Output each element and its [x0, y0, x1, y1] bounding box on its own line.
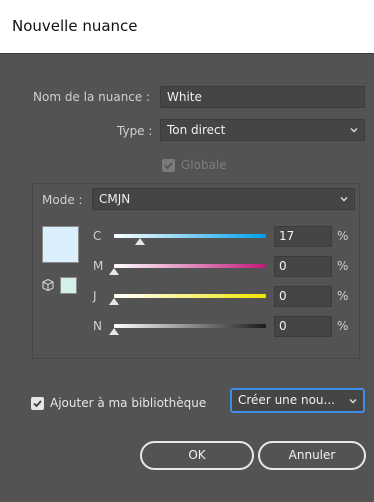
- out-of-gamut-cube-icon[interactable]: [41, 278, 55, 292]
- magenta-slider-track[interactable]: [114, 264, 266, 268]
- swatch-name-input[interactable]: White: [160, 86, 365, 108]
- yellow-slider-thumb[interactable]: [109, 298, 119, 305]
- checkmark-icon: [164, 162, 173, 170]
- type-label: Type :: [117, 124, 153, 138]
- color-preview-swatch: [42, 226, 79, 263]
- black-slider-track[interactable]: [114, 324, 266, 328]
- black-slider-thumb[interactable]: [109, 328, 119, 335]
- magenta-percent-unit: %: [337, 259, 349, 273]
- cyan-percent-unit: %: [337, 229, 349, 243]
- in-gamut-swatch[interactable]: [60, 277, 77, 294]
- global-label: Globale: [181, 158, 227, 172]
- cyan-label: C: [93, 229, 102, 243]
- mode-dropdown[interactable]: CMJN: [92, 188, 355, 210]
- cyan-value-input[interactable]: 17: [274, 226, 332, 247]
- black-label: N: [93, 319, 102, 333]
- yellow-percent-unit: %: [337, 289, 349, 303]
- magenta-value-input[interactable]: 0: [274, 256, 332, 277]
- chevron-down-icon: [349, 399, 357, 404]
- magenta-slider-thumb[interactable]: [109, 268, 119, 275]
- chevron-down-icon: [350, 128, 358, 133]
- add-to-library-checkbox[interactable]: [31, 397, 44, 410]
- yellow-slider-track[interactable]: [114, 294, 266, 298]
- add-to-library-label: Ajouter à ma bibliothèque: [50, 396, 207, 410]
- cancel-button[interactable]: Annuler: [258, 441, 366, 470]
- cyan-slider-thumb[interactable]: [134, 238, 145, 245]
- type-dropdown-value: Ton direct: [167, 123, 226, 137]
- chevron-down-icon: [340, 197, 348, 202]
- mode-label: Mode :: [42, 193, 83, 207]
- ok-button[interactable]: OK: [140, 441, 254, 470]
- library-target-value: Créer une nou...: [238, 393, 335, 407]
- magenta-label: M: [93, 259, 104, 273]
- dialog-title-bar: Nouvelle nuance: [0, 0, 374, 54]
- yellow-value-input[interactable]: 0: [274, 286, 332, 307]
- dialog-title: Nouvelle nuance: [12, 17, 138, 35]
- swatch-name-label: Nom de la nuance :: [33, 90, 151, 104]
- global-checkbox[interactable]: [162, 159, 175, 172]
- type-dropdown[interactable]: Ton direct: [160, 119, 365, 141]
- checkmark-icon: [33, 400, 42, 408]
- black-percent-unit: %: [337, 319, 349, 333]
- mode-dropdown-value: CMJN: [99, 192, 131, 206]
- black-value-input[interactable]: 0: [274, 316, 332, 337]
- yellow-label: J: [93, 289, 97, 303]
- library-target-dropdown[interactable]: Créer une nou...: [230, 388, 365, 413]
